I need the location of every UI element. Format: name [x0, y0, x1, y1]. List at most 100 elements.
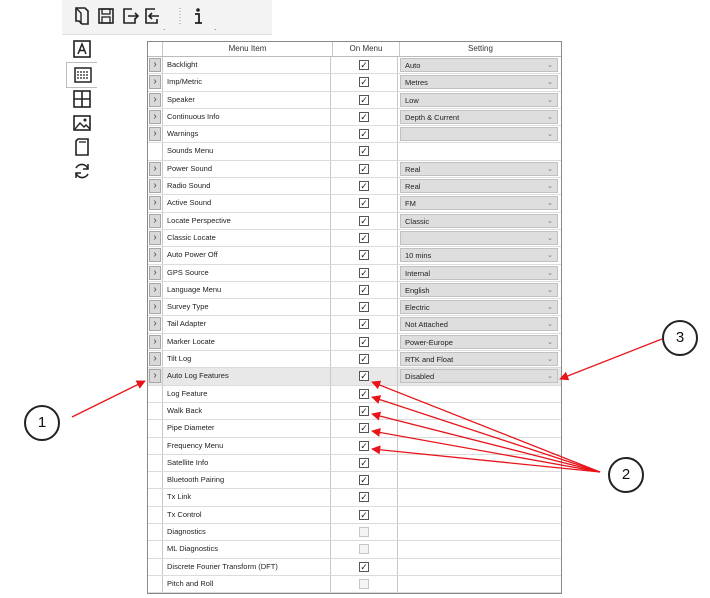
chevron-right-icon[interactable]: ›	[149, 213, 161, 228]
import-icon[interactable]	[142, 5, 162, 27]
setting-dropdown[interactable]: Auto ⌄	[400, 58, 558, 72]
setting-dropdown[interactable]: Real ⌄	[400, 179, 558, 194]
on-menu-checkbox[interactable]: ✓	[359, 423, 369, 434]
setting-dropdown[interactable]: Disabled ⌄	[400, 369, 558, 384]
chevron-right-icon[interactable]: ›	[149, 265, 161, 280]
setting-dropdown[interactable]: FM ⌄	[400, 196, 558, 211]
on-menu-checkbox[interactable]: ✓	[359, 129, 369, 140]
table-row[interactable]: › Power Sound ✓ Real ⌄	[148, 160, 561, 179]
table-row[interactable]: › Active Sound ✓ FM ⌄	[148, 195, 561, 213]
table-row[interactable]: › Radio Sound ✓ Real ⌄	[148, 178, 561, 196]
dropdown-dot[interactable]: .	[214, 22, 217, 32]
chevron-right-icon[interactable]: ›	[149, 230, 161, 245]
save-icon[interactable]	[96, 5, 116, 27]
on-menu-checkbox[interactable]: ✓	[359, 250, 369, 261]
table-row[interactable]: › Survey Type ✓ Electric ⌄	[148, 299, 561, 317]
on-menu-checkbox[interactable]: ✓	[359, 232, 369, 243]
on-menu-checkbox[interactable]: ✓	[359, 146, 369, 157]
setting-dropdown[interactable]: Internal ⌄	[400, 265, 558, 280]
table-row[interactable]: › Warnings ✓ ⌄	[148, 126, 561, 144]
document-icon[interactable]	[72, 5, 92, 27]
on-menu-checkbox[interactable]	[359, 544, 369, 555]
table-row[interactable]: Bluetooth Pairing ✓	[148, 472, 561, 490]
on-menu-checkbox[interactable]: ✓	[359, 405, 369, 416]
on-menu-checkbox[interactable]: ✓	[359, 354, 369, 365]
chevron-right-icon[interactable]: ›	[149, 248, 161, 263]
table-row[interactable]: Frequency Menu ✓	[148, 437, 561, 455]
on-menu-checkbox[interactable]: ✓	[359, 198, 369, 209]
setting-dropdown[interactable]: Power-Europe ⌄	[400, 334, 558, 349]
table-row[interactable]: › Speaker ✓ Low ⌄	[148, 91, 561, 109]
chevron-right-icon[interactable]: ›	[149, 196, 161, 211]
table-row[interactable]: › Language Menu ✓ English ⌄	[148, 281, 561, 300]
table-row[interactable]: › Tilt Log ✓ RTK and Float ⌄	[148, 351, 561, 369]
on-menu-checkbox[interactable]: ✓	[359, 388, 369, 399]
chevron-right-icon[interactable]: ›	[149, 334, 161, 349]
on-menu-checkbox[interactable]: ✓	[359, 111, 369, 122]
on-menu-checkbox[interactable]: ✓	[359, 457, 369, 468]
refresh-icon[interactable]	[71, 160, 93, 182]
header-setting[interactable]: Setting	[400, 42, 561, 56]
chevron-right-icon[interactable]: ›	[149, 369, 161, 384]
on-menu-checkbox[interactable]: ✓	[359, 284, 369, 295]
table-row[interactable]: › Tail Adapter ✓ Not Attached ⌄	[148, 316, 561, 334]
table-row[interactable]: Tx Link ✓	[148, 489, 561, 507]
table-row[interactable]: Pipe Diameter ✓	[148, 420, 561, 438]
table-row[interactable]: Log Feature ✓	[148, 385, 561, 403]
chevron-right-icon[interactable]: ›	[149, 109, 161, 124]
header-menu-item[interactable]: Menu Item	[163, 42, 333, 56]
setting-dropdown[interactable]: 10 mins ⌄	[400, 248, 558, 263]
on-menu-checkbox[interactable]: ✓	[359, 302, 369, 313]
setting-dropdown[interactable]: Classic ⌄	[400, 213, 558, 228]
table-row[interactable]: Pitch and Roll	[148, 575, 561, 594]
table-row[interactable]: Diagnostics	[148, 524, 561, 542]
setting-dropdown[interactable]: ⌄	[400, 230, 558, 245]
table-row[interactable]: ML Diagnostics	[148, 541, 561, 559]
on-menu-checkbox[interactable]: ✓	[359, 77, 369, 88]
chevron-right-icon[interactable]: ›	[149, 75, 161, 90]
on-menu-checkbox[interactable]	[359, 527, 369, 538]
table-row[interactable]: › Marker Locate ✓ Power-Europe ⌄	[148, 333, 561, 352]
chevron-right-icon[interactable]: ›	[149, 161, 161, 176]
export-icon[interactable]	[120, 5, 140, 27]
chevron-right-icon[interactable]: ›	[149, 317, 161, 332]
on-menu-checkbox[interactable]: ✓	[359, 94, 369, 105]
table-icon[interactable]	[71, 88, 93, 110]
info-icon[interactable]	[190, 5, 210, 27]
header-on-menu[interactable]: On Menu	[333, 42, 400, 56]
on-menu-checkbox[interactable]: ✓	[359, 561, 369, 572]
setting-dropdown[interactable]: Real ⌄	[400, 161, 558, 176]
on-menu-checkbox[interactable]: ✓	[359, 163, 369, 174]
on-menu-checkbox[interactable]: ✓	[359, 319, 369, 330]
on-menu-checkbox[interactable]: ✓	[359, 181, 369, 192]
on-menu-checkbox[interactable]: ✓	[359, 336, 369, 347]
image-icon[interactable]	[71, 112, 93, 134]
table-row[interactable]: › GPS Source ✓ Internal ⌄	[148, 264, 561, 282]
on-menu-checkbox[interactable]: ✓	[359, 492, 369, 503]
table-row[interactable]: › Imp/Metric ✓ Metres ⌄	[148, 74, 561, 92]
chevron-right-icon[interactable]: ›	[149, 282, 161, 297]
chevron-right-icon[interactable]: ›	[149, 127, 161, 142]
on-menu-checkbox[interactable]: ✓	[359, 440, 369, 451]
on-menu-checkbox[interactable]: ✓	[359, 475, 369, 486]
setting-dropdown[interactable]: English ⌄	[400, 282, 558, 297]
chevron-right-icon[interactable]: ›	[149, 300, 161, 315]
table-row[interactable]: › Continuous Info ✓ Depth & Current ⌄	[148, 108, 561, 127]
table-row[interactable]: Sounds Menu ✓	[148, 143, 561, 161]
on-menu-checkbox[interactable]: ✓	[359, 267, 369, 278]
on-menu-checkbox[interactable]: ✓	[359, 215, 369, 226]
text-icon[interactable]	[71, 38, 93, 60]
on-menu-checkbox[interactable]: ✓	[359, 371, 369, 382]
table-row[interactable]: › Locate Perspective ✓ Classic ⌄	[148, 212, 561, 230]
table-row[interactable]: › Classic Locate ✓ ⌄	[148, 229, 561, 248]
on-menu-checkbox[interactable]	[359, 578, 369, 589]
on-menu-checkbox[interactable]: ✓	[359, 60, 369, 70]
setting-dropdown[interactable]: Depth & Current ⌄	[400, 109, 558, 124]
on-menu-checkbox[interactable]: ✓	[359, 509, 369, 520]
table-row[interactable]: › Backlight ✓ Auto ⌄	[148, 57, 561, 75]
table-row[interactable]: Tx Control ✓	[148, 506, 561, 525]
chevron-right-icon[interactable]: ›	[149, 179, 161, 194]
setting-dropdown[interactable]: Not Attached ⌄	[400, 317, 558, 332]
chevron-right-icon[interactable]: ›	[149, 352, 161, 367]
setting-dropdown[interactable]: ⌄	[400, 127, 558, 142]
